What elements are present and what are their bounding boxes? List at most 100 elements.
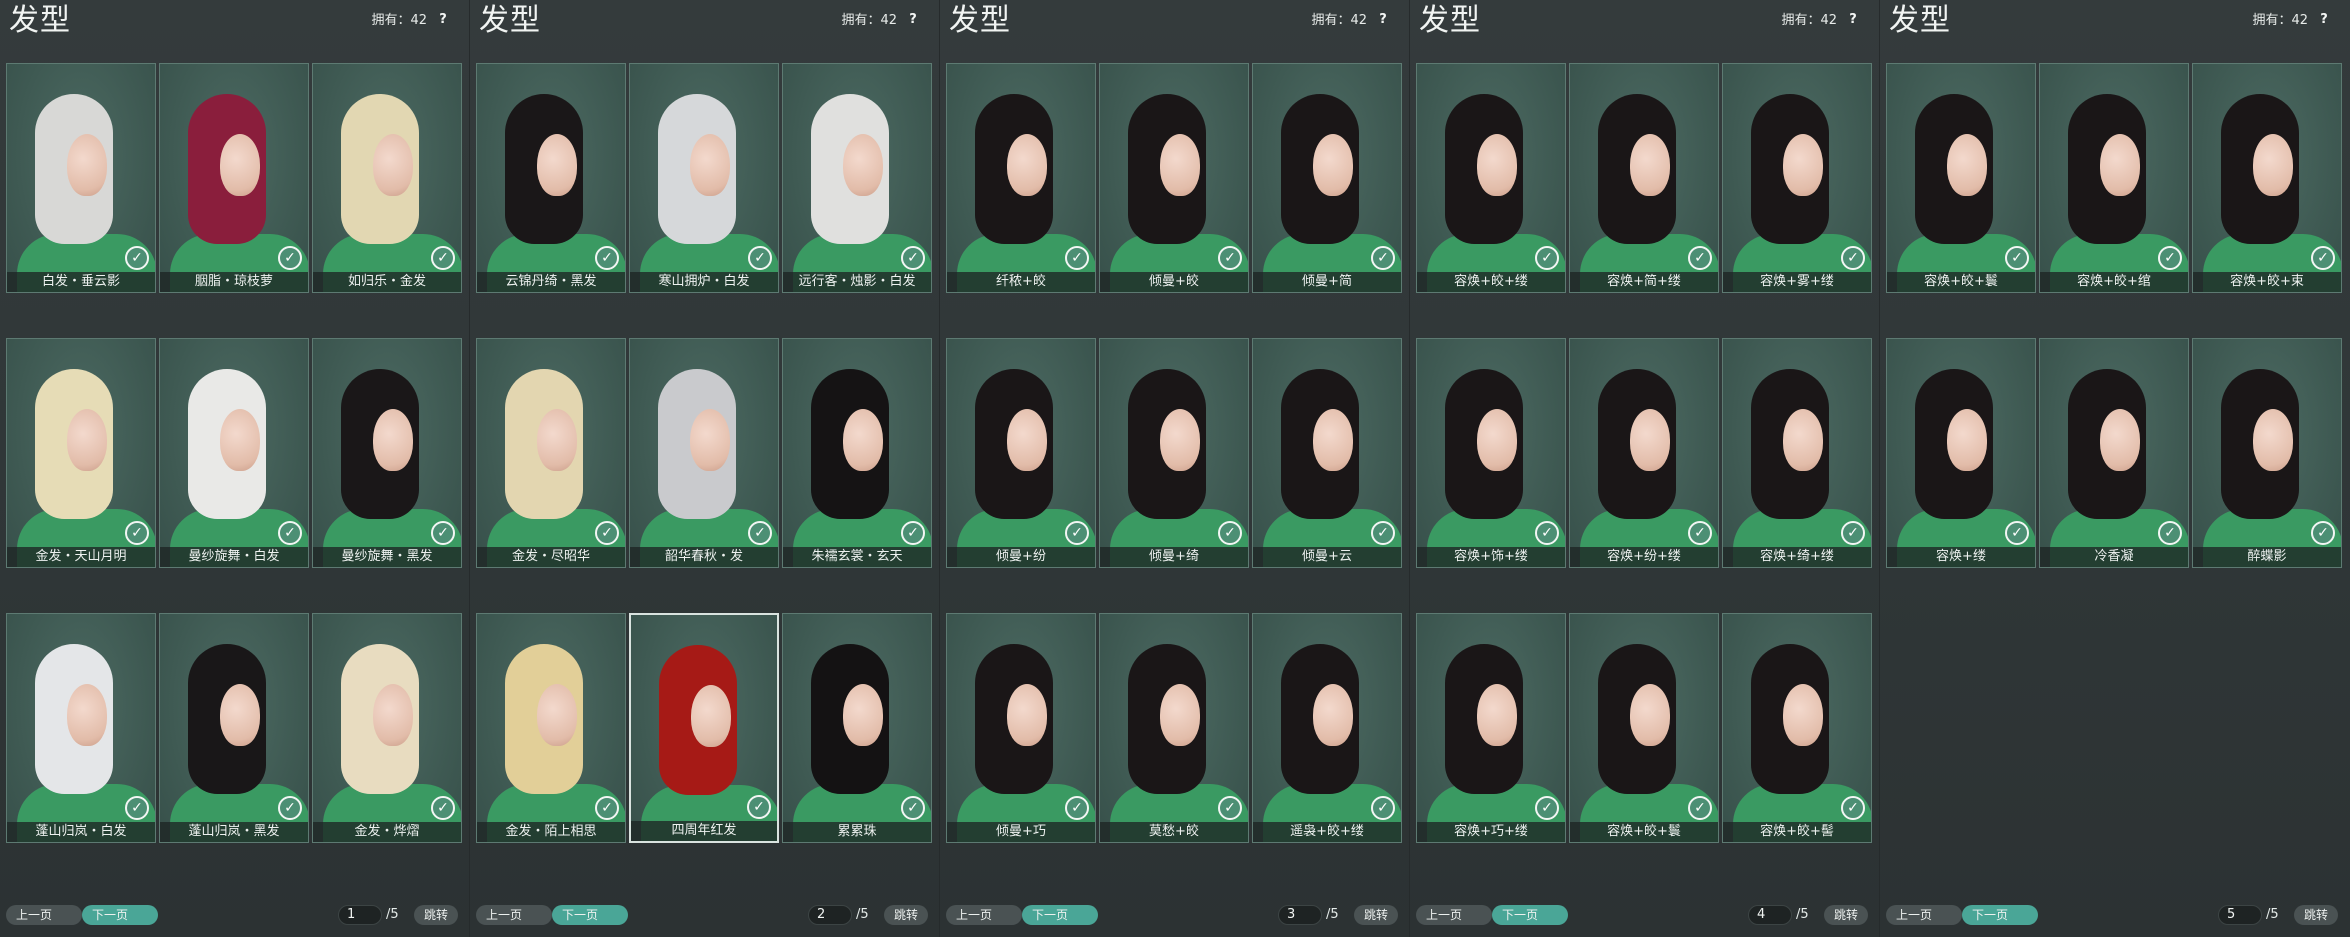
hairstyle-card[interactable]: ✓ 醉蝶影 (2192, 338, 2342, 568)
help-icon[interactable]: ? (1843, 10, 1863, 30)
hairstyle-card[interactable]: ✓ 容焕+雾+缕 (1722, 63, 1872, 293)
prev-page-button[interactable]: 上一页 (476, 905, 552, 925)
next-page-button[interactable]: 下一页 (1492, 905, 1568, 925)
dye-check-icon[interactable]: ✓ (1218, 521, 1242, 545)
hairstyle-card[interactable]: ✓ 容焕+简+缕 (1569, 63, 1719, 293)
dye-check-icon[interactable]: ✓ (1065, 796, 1089, 820)
dye-check-icon[interactable]: ✓ (278, 796, 302, 820)
page-number-input[interactable]: 5 (2218, 905, 2262, 925)
dye-check-icon[interactable]: ✓ (748, 521, 772, 545)
hairstyle-card[interactable]: ✓ 倾曼+绮 (1099, 338, 1249, 568)
dye-check-icon[interactable]: ✓ (595, 796, 619, 820)
dye-check-icon[interactable]: ✓ (595, 521, 619, 545)
dye-check-icon[interactable]: ✓ (1841, 796, 1865, 820)
dye-check-icon[interactable]: ✓ (1371, 796, 1395, 820)
dye-check-icon[interactable]: ✓ (125, 246, 149, 270)
hairstyle-card[interactable]: ✓ 容焕+纷+缕 (1569, 338, 1719, 568)
jump-button[interactable]: 跳转 (1354, 905, 1398, 925)
next-page-button[interactable]: 下一页 (82, 905, 158, 925)
hairstyle-card[interactable]: ✓ 金发・陌上相思 (476, 613, 626, 843)
dye-check-icon[interactable]: ✓ (2158, 521, 2182, 545)
page-number-input[interactable]: 1 (338, 905, 382, 925)
dye-check-icon[interactable]: ✓ (2158, 246, 2182, 270)
hairstyle-card[interactable]: ✓ 容焕+皎+髻 (1722, 613, 1872, 843)
dye-check-icon[interactable]: ✓ (1841, 246, 1865, 270)
hairstyle-card[interactable]: ✓ 冷香凝 (2039, 338, 2189, 568)
hairstyle-card[interactable]: ✓ 蓬山归岚・白发 (6, 613, 156, 843)
dye-check-icon[interactable]: ✓ (1841, 521, 1865, 545)
dye-check-icon[interactable]: ✓ (1688, 796, 1712, 820)
hairstyle-card[interactable]: ✓ 容焕+饰+缕 (1416, 338, 1566, 568)
hairstyle-card[interactable]: ✓ 容焕+皎+绾 (2039, 63, 2189, 293)
hairstyle-card[interactable]: ✓ 蓬山归岚・黑发 (159, 613, 309, 843)
dye-check-icon[interactable]: ✓ (1218, 246, 1242, 270)
jump-button[interactable]: 跳转 (414, 905, 458, 925)
hairstyle-card[interactable]: ✓ 遥袅+皎+缕 (1252, 613, 1402, 843)
dye-check-icon[interactable]: ✓ (595, 246, 619, 270)
dye-check-icon[interactable]: ✓ (901, 521, 925, 545)
hairstyle-card[interactable]: ✓ 倾曼+皎 (1099, 63, 1249, 293)
dye-check-icon[interactable]: ✓ (1688, 246, 1712, 270)
help-icon[interactable]: ? (903, 10, 923, 30)
jump-button[interactable]: 跳转 (2294, 905, 2338, 925)
dye-check-icon[interactable]: ✓ (278, 521, 302, 545)
dye-check-icon[interactable]: ✓ (125, 796, 149, 820)
hairstyle-card[interactable]: ✓ 曼纱旋舞・白发 (159, 338, 309, 568)
dye-check-icon[interactable]: ✓ (901, 796, 925, 820)
hairstyle-card[interactable]: ✓ 倾曼+云 (1252, 338, 1402, 568)
prev-page-button[interactable]: 上一页 (1416, 905, 1492, 925)
next-page-button[interactable]: 下一页 (552, 905, 628, 925)
dye-check-icon[interactable]: ✓ (2005, 521, 2029, 545)
help-icon[interactable]: ? (1373, 10, 1393, 30)
hairstyle-card[interactable]: ✓ 韶华春秋・发 (629, 338, 779, 568)
hairstyle-card[interactable]: ✓ 寒山拥炉・白发 (629, 63, 779, 293)
hairstyle-card[interactable]: ✓ 如归乐・金发 (312, 63, 462, 293)
prev-page-button[interactable]: 上一页 (6, 905, 82, 925)
hairstyle-card[interactable]: ✓ 胭脂・琼枝萝 (159, 63, 309, 293)
hairstyle-card[interactable]: ✓ 四周年红发 (629, 613, 779, 843)
dye-check-icon[interactable]: ✓ (2005, 246, 2029, 270)
dye-check-icon[interactable]: ✓ (748, 246, 772, 270)
dye-check-icon[interactable]: ✓ (431, 521, 455, 545)
hairstyle-card[interactable]: ✓ 倾曼+巧 (946, 613, 1096, 843)
prev-page-button[interactable]: 上一页 (1886, 905, 1962, 925)
hairstyle-card[interactable]: ✓ 累累珠 (782, 613, 932, 843)
hairstyle-card[interactable]: ✓ 白发・垂云影 (6, 63, 156, 293)
prev-page-button[interactable]: 上一页 (946, 905, 1022, 925)
hairstyle-card[interactable]: ✓ 容焕+皎+束 (2192, 63, 2342, 293)
page-number-input[interactable]: 4 (1748, 905, 1792, 925)
hairstyle-card[interactable]: ✓ 容焕+皎+鬟 (1569, 613, 1719, 843)
dye-check-icon[interactable]: ✓ (2311, 521, 2335, 545)
hairstyle-card[interactable]: ✓ 朱襦玄裳・玄天 (782, 338, 932, 568)
dye-check-icon[interactable]: ✓ (1535, 246, 1559, 270)
dye-check-icon[interactable]: ✓ (431, 796, 455, 820)
dye-check-icon[interactable]: ✓ (431, 246, 455, 270)
dye-check-icon[interactable]: ✓ (1218, 796, 1242, 820)
dye-check-icon[interactable]: ✓ (1371, 246, 1395, 270)
help-icon[interactable]: ? (2314, 10, 2334, 30)
hairstyle-card[interactable]: ✓ 远行客・烛影・白发 (782, 63, 932, 293)
dye-check-icon[interactable]: ✓ (747, 795, 771, 819)
dye-check-icon[interactable]: ✓ (1371, 521, 1395, 545)
help-icon[interactable]: ? (433, 10, 453, 30)
hairstyle-card[interactable]: ✓ 容焕+巧+缕 (1416, 613, 1566, 843)
hairstyle-card[interactable]: ✓ 倾曼+简 (1252, 63, 1402, 293)
hairstyle-card[interactable]: ✓ 倾曼+纷 (946, 338, 1096, 568)
page-number-input[interactable]: 2 (808, 905, 852, 925)
hairstyle-card[interactable]: ✓ 容焕+缕 (1886, 338, 2036, 568)
next-page-button[interactable]: 下一页 (1962, 905, 2038, 925)
dye-check-icon[interactable]: ✓ (1688, 521, 1712, 545)
dye-check-icon[interactable]: ✓ (901, 246, 925, 270)
dye-check-icon[interactable]: ✓ (278, 246, 302, 270)
dye-check-icon[interactable]: ✓ (125, 521, 149, 545)
hairstyle-card[interactable]: ✓ 曼纱旋舞・黑发 (312, 338, 462, 568)
dye-check-icon[interactable]: ✓ (2311, 246, 2335, 270)
dye-check-icon[interactable]: ✓ (1535, 796, 1559, 820)
hairstyle-card[interactable]: ✓ 金发・尽昭华 (476, 338, 626, 568)
jump-button[interactable]: 跳转 (1824, 905, 1868, 925)
dye-check-icon[interactable]: ✓ (1535, 521, 1559, 545)
hairstyle-card[interactable]: ✓ 金发・天山月明 (6, 338, 156, 568)
hairstyle-card[interactable]: ✓ 莫愁+皎 (1099, 613, 1249, 843)
hairstyle-card[interactable]: ✓ 金发・烨熠 (312, 613, 462, 843)
hairstyle-card[interactable]: ✓ 纤秾+皎 (946, 63, 1096, 293)
